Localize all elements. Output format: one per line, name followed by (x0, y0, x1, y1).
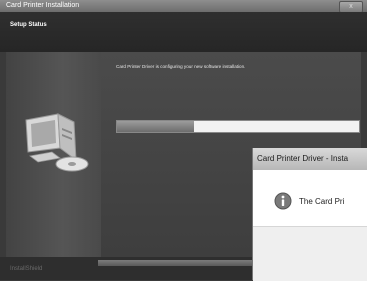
dialog-title-bar[interactable]: Card Printer Driver - Insta (253, 148, 367, 170)
page-title: Setup Status (10, 22, 47, 28)
footer-divider (98, 260, 258, 266)
brand-label: InstallShield (10, 266, 43, 272)
title-bar: Card Printer Installation x (0, 0, 367, 13)
dialog-message: The Card Pri (299, 197, 345, 206)
status-message: Card Printer Driver is configuring your … (116, 64, 246, 69)
header-banner: Setup Status (0, 12, 367, 52)
dialog-body: The Card Pri (253, 170, 367, 226)
side-graphic-panel (6, 52, 101, 257)
info-icon (274, 192, 292, 210)
progress-fill (117, 121, 195, 132)
dialog-button-area (253, 226, 367, 281)
dialog-title: Card Printer Driver - Insta (257, 154, 349, 163)
progress-bar (116, 120, 360, 133)
message-dialog: Card Printer Driver - Insta The Card Pri (252, 148, 367, 281)
window-title: Card Printer Installation (6, 2, 80, 9)
computer-icon (25, 113, 89, 172)
